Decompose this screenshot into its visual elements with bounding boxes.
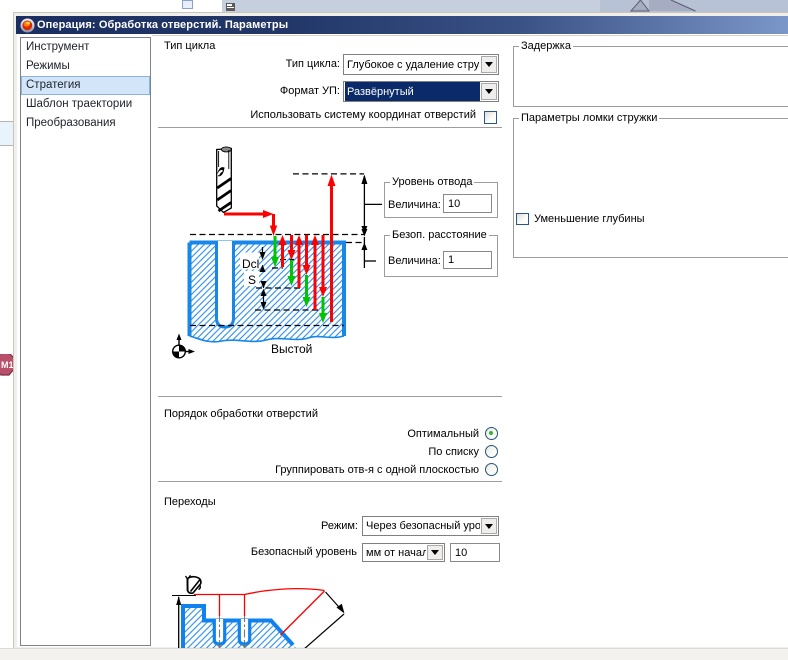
svg-text:S: S [248, 273, 256, 287]
svg-text:M1: M1 [1, 360, 14, 370]
svg-text:Выстой: Выстой [271, 342, 312, 356]
svg-text:Dcl: Dcl [242, 257, 259, 271]
